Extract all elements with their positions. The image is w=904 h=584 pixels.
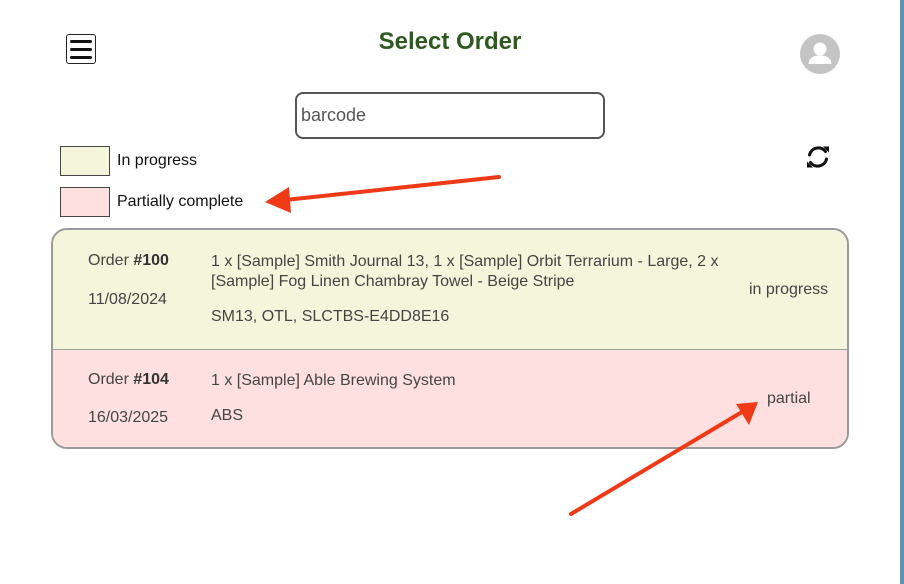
refresh-button[interactable] <box>804 143 832 171</box>
barcode-search-input[interactable] <box>295 92 605 139</box>
legend-swatch-in-progress <box>60 146 110 176</box>
refresh-icon <box>807 146 829 168</box>
order-skus: ABS <box>211 407 244 424</box>
legend-partially-complete: Partially complete <box>60 187 243 217</box>
order-row-104[interactable]: Order #104 16/03/2025 1 x [Sample] Able … <box>53 350 847 447</box>
order-row-100[interactable]: Order #100 11/08/2024 1 x [Sample] Smith… <box>53 230 847 350</box>
legend-in-progress: In progress <box>60 146 197 176</box>
order-number: #104 <box>133 371 169 388</box>
order-skus: SM13, OTL, SLCTBS-E4DD8E16 <box>211 308 450 325</box>
window-right-edge <box>900 0 904 584</box>
legend-swatch-partially-complete <box>60 187 110 217</box>
order-items: 1 x [Sample] Able Brewing System <box>211 372 456 389</box>
order-items: 1 x [Sample] Smith Journal 13, 1 x [Samp… <box>211 253 719 290</box>
order-status: in progress <box>749 281 829 298</box>
order-date: 16/03/2025 <box>88 409 169 426</box>
user-icon <box>808 42 832 64</box>
order-number: #100 <box>133 252 169 269</box>
user-avatar-button[interactable] <box>800 34 840 74</box>
order-status: partial <box>767 390 811 407</box>
order-date: 11/08/2024 <box>88 291 167 308</box>
page-title: Select Order <box>378 28 522 55</box>
order-label: Order #104 <box>88 371 169 388</box>
legend-label-in-progress: In progress <box>117 152 198 169</box>
annotation-arrow-legend <box>265 175 501 213</box>
order-list: Order #100 11/08/2024 1 x [Sample] Smith… <box>51 228 849 449</box>
legend-label-partially-complete: Partially complete <box>117 193 244 210</box>
order-label: Order #100 <box>88 252 169 269</box>
